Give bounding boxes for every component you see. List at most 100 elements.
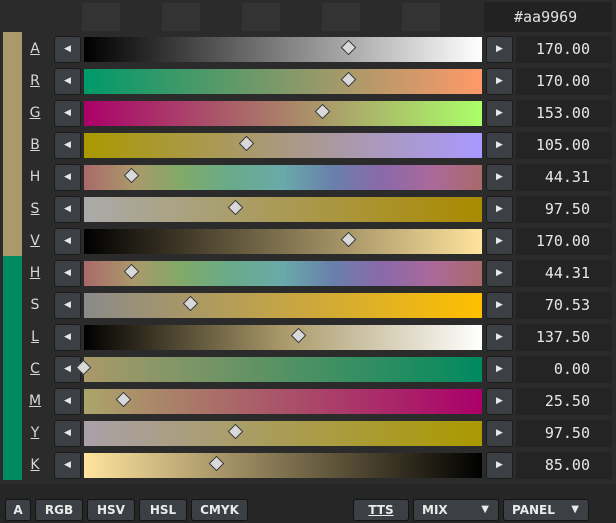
slider-thumb[interactable]	[227, 199, 244, 216]
increment-arrow-icon[interactable]: ▶	[486, 164, 513, 191]
channel-label: K	[30, 457, 40, 473]
channel-slider[interactable]	[84, 293, 482, 318]
channel-slider[interactable]	[84, 421, 482, 446]
decrement-arrow-icon[interactable]: ◀	[54, 292, 81, 319]
decrement-arrow-icon[interactable]: ◀	[54, 388, 81, 415]
swatch-cell[interactable]	[162, 3, 200, 31]
increment-arrow-icon[interactable]: ▶	[486, 260, 513, 287]
slider-thumb[interactable]	[341, 231, 357, 248]
channel-value-field[interactable]: 97.50	[516, 196, 612, 223]
swatch-cell[interactable]	[82, 3, 120, 31]
decrement-arrow-icon[interactable]: ◀	[54, 260, 81, 287]
increment-arrow-icon[interactable]: ▶	[486, 196, 513, 223]
channel-row: H ◀ ▶ 44.31	[0, 258, 616, 288]
increment-arrow-icon[interactable]: ▶	[486, 100, 513, 127]
channel-value-field[interactable]: 137.50	[516, 324, 612, 351]
slider-thumb[interactable]	[123, 167, 140, 184]
swatch-cell[interactable]	[242, 3, 280, 31]
swatch-cell[interactable]	[322, 3, 360, 31]
decrement-arrow-icon[interactable]: ◀	[54, 68, 81, 95]
slider-thumb[interactable]	[341, 39, 357, 56]
hsl-mode-button[interactable]: HSL	[139, 499, 187, 521]
decrement-arrow-icon[interactable]: ◀	[54, 132, 81, 159]
channel-value-field[interactable]: 170.00	[516, 68, 612, 95]
channel-label: H	[29, 169, 41, 185]
channel-value-field[interactable]: 170.00	[516, 36, 612, 63]
increment-arrow-icon[interactable]: ▶	[486, 452, 513, 479]
channel-slider[interactable]	[84, 197, 482, 222]
channel-row: C ◀ ▶ 0.00	[0, 354, 616, 384]
increment-arrow-icon[interactable]: ▶	[486, 292, 513, 319]
channel-slider[interactable]	[84, 101, 482, 126]
channel-slider[interactable]	[84, 325, 482, 350]
swatch-cell[interactable]	[402, 3, 440, 31]
decrement-arrow-icon[interactable]: ◀	[54, 196, 81, 223]
rgb-mode-button[interactable]: RGB	[35, 499, 83, 521]
tts-label: TTS	[368, 503, 394, 517]
increment-arrow-icon[interactable]: ▶	[486, 420, 513, 447]
channel-value-field[interactable]: 170.00	[516, 228, 612, 255]
panel-dropdown[interactable]: PANEL	[503, 499, 589, 521]
increment-arrow-icon[interactable]: ▶	[486, 36, 513, 63]
channel-row: K ◀ ▶ 85.00	[0, 450, 616, 480]
channel-value-field[interactable]: 0.00	[516, 356, 612, 383]
channel-row: Y ◀ ▶ 97.50	[0, 418, 616, 448]
decrement-arrow-icon[interactable]: ◀	[54, 228, 81, 255]
channel-row: L ◀ ▶ 137.50	[0, 322, 616, 352]
channel-value-field[interactable]: 153.00	[516, 100, 612, 127]
channel-slider[interactable]	[84, 69, 482, 94]
channel-label: C	[30, 361, 40, 377]
channel-slider[interactable]	[84, 229, 482, 254]
channel-value-field[interactable]: 85.00	[516, 452, 612, 479]
mix-label: MIX	[422, 503, 448, 517]
decrement-arrow-icon[interactable]: ◀	[54, 36, 81, 63]
decrement-arrow-icon[interactable]: ◀	[54, 324, 81, 351]
slider-thumb[interactable]	[208, 455, 224, 472]
slider-thumb[interactable]	[341, 71, 357, 88]
channel-row: H ◀ ▶ 44.31	[0, 162, 616, 192]
slider-thumb[interactable]	[238, 135, 255, 152]
hex-value-field[interactable]: #aa9969	[484, 2, 612, 32]
channel-slider[interactable]	[84, 133, 482, 158]
increment-arrow-icon[interactable]: ▶	[486, 132, 513, 159]
increment-arrow-icon[interactable]: ▶	[486, 356, 513, 383]
channel-value-field[interactable]: 44.31	[516, 164, 612, 191]
channel-value-field[interactable]: 25.50	[516, 388, 612, 415]
slider-thumb[interactable]	[183, 295, 199, 312]
increment-arrow-icon[interactable]: ▶	[486, 388, 513, 415]
channel-slider[interactable]	[84, 389, 482, 414]
channel-value-field[interactable]: 70.53	[516, 292, 612, 319]
channel-slider[interactable]	[84, 261, 482, 286]
slider-thumb[interactable]	[115, 391, 132, 408]
increment-arrow-icon[interactable]: ▶	[486, 68, 513, 95]
channel-label: L	[31, 329, 39, 345]
channel-row: A ◀ ▶ 170.00	[0, 34, 616, 64]
panel-label: PANEL	[512, 503, 555, 517]
channel-slider[interactable]	[75, 357, 482, 382]
decrement-arrow-icon[interactable]: ◀	[54, 100, 81, 127]
increment-arrow-icon[interactable]: ▶	[486, 324, 513, 351]
channel-value-field[interactable]: 97.50	[516, 420, 612, 447]
channel-slider[interactable]	[84, 165, 482, 190]
channel-label: S	[30, 297, 40, 313]
decrement-arrow-icon[interactable]: ◀	[54, 164, 81, 191]
channel-value-field[interactable]: 44.31	[516, 260, 612, 287]
channel-slider[interactable]	[84, 37, 482, 62]
cmyk-mode-button[interactable]: CMYK	[191, 499, 248, 521]
hsv-mode-button[interactable]: HSV	[87, 499, 135, 521]
decrement-arrow-icon[interactable]: ◀	[54, 420, 81, 447]
slider-thumb[interactable]	[123, 263, 140, 280]
slider-thumb[interactable]	[227, 423, 244, 440]
decrement-arrow-icon[interactable]: ◀	[54, 452, 81, 479]
channel-value-field[interactable]: 105.00	[516, 132, 612, 159]
increment-arrow-icon[interactable]: ▶	[486, 228, 513, 255]
alpha-mode-button[interactable]: A	[5, 499, 31, 521]
channel-slider[interactable]	[84, 453, 482, 478]
channel-label: G	[29, 105, 41, 121]
channel-label: V	[30, 233, 40, 249]
tts-button[interactable]: TTS	[353, 499, 409, 521]
mix-dropdown[interactable]: MIX	[413, 499, 499, 521]
channel-label: Y	[30, 425, 40, 441]
slider-thumb[interactable]	[290, 327, 306, 344]
slider-thumb[interactable]	[314, 103, 331, 120]
